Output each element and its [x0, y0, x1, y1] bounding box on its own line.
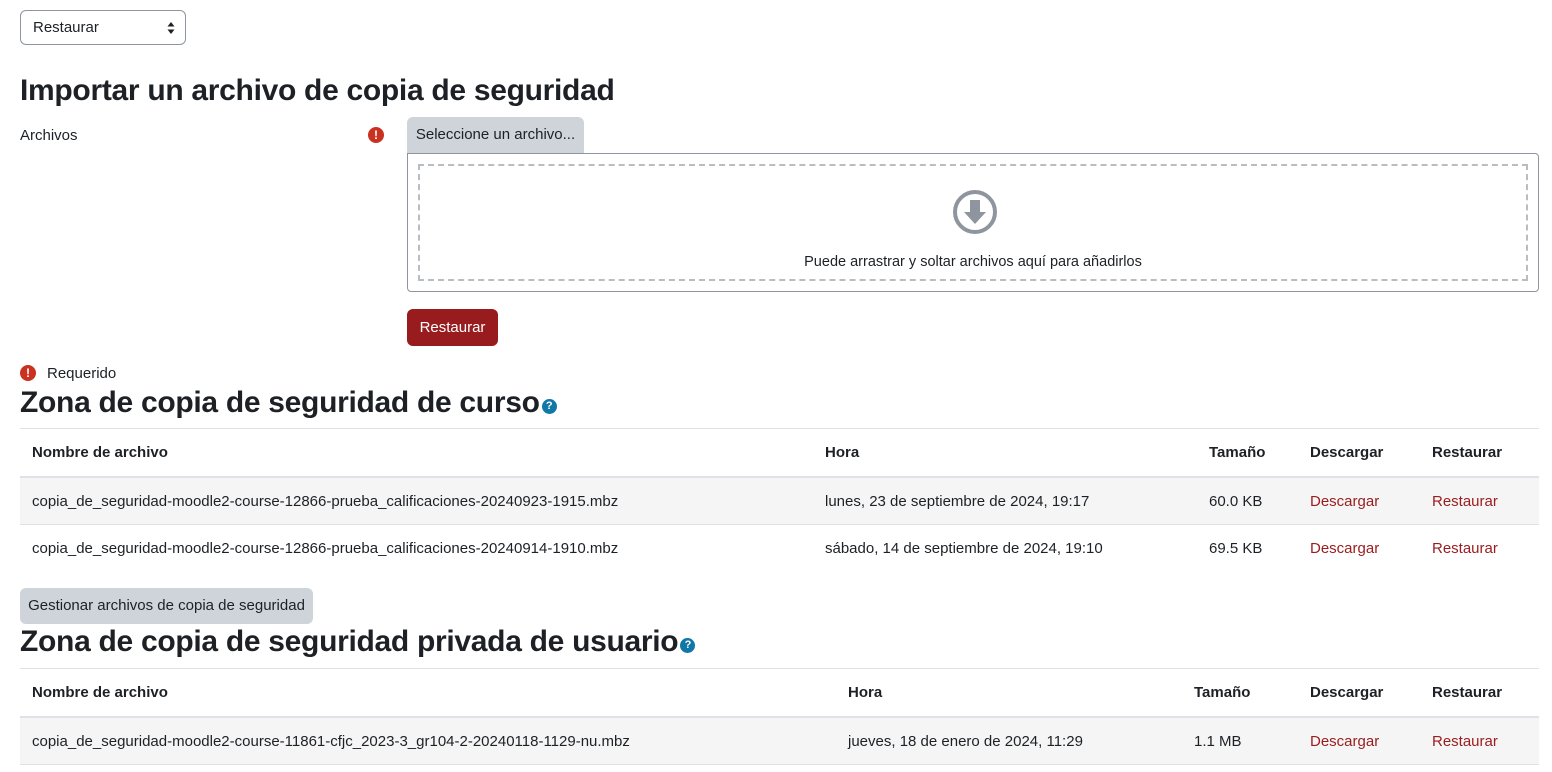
column-header: Hora	[813, 428, 1197, 478]
sort-arrows-icon	[167, 22, 175, 34]
arrow-circle-down-icon	[953, 190, 997, 234]
choose-file-button[interactable]: Seleccione un archivo...	[407, 117, 584, 153]
restore-upload-button[interactable]: Restaurar	[407, 309, 498, 346]
file-name: copia_de_seguridad-moodle2-course-12866-…	[20, 477, 813, 525]
dropzone-area[interactable]: Puede arrastrar y soltar archivos aquí p…	[418, 164, 1528, 281]
restore-link[interactable]: Restaurar	[1432, 733, 1498, 750]
table-header-row: Nombre de archivo Hora Tamaño Descargar …	[20, 668, 1539, 718]
course-zone-title-text: Zona de copia de seguridad de curso	[20, 386, 540, 419]
file-size: 1.1 MB	[1182, 717, 1298, 765]
column-header: Tamaño	[1197, 428, 1298, 478]
file-time: lunes, 23 de septiembre de 2024, 19:17	[813, 477, 1197, 525]
dropzone-text: Puede arrastrar y soltar archivos aquí p…	[804, 254, 1142, 270]
restore-link[interactable]: Restaurar	[1432, 493, 1498, 510]
download-link[interactable]: Descargar	[1310, 733, 1379, 750]
column-header: Nombre de archivo	[20, 668, 836, 718]
course-zone-title: Zona de copia de seguridad de curso?	[20, 386, 557, 420]
question-circle-icon[interactable]: ?	[680, 638, 696, 653]
column-header: Descargar	[1298, 668, 1420, 718]
column-header: Tamaño	[1182, 668, 1298, 718]
manage-backups-button[interactable]: Gestionar archivos de copia de seguridad	[20, 588, 313, 624]
file-name: copia_de_seguridad-moodle2-course-12866-…	[32, 539, 619, 557]
import-title: Importar un archivo de copia de segurida…	[20, 74, 615, 107]
user-backup-table: Nombre de archivo Hora Tamaño Descargar …	[20, 668, 1539, 765]
table-header-row: Nombre de archivo Hora Tamaño Descargar …	[20, 428, 1539, 478]
file-size: 69.5 KB	[1209, 539, 1263, 557]
download-link[interactable]: Descargar	[1310, 493, 1379, 510]
column-header: Restaurar	[1420, 668, 1539, 718]
required-legend-icon: !	[20, 365, 36, 381]
column-header: Descargar	[1298, 428, 1420, 478]
restore-link[interactable]: Restaurar	[1432, 540, 1498, 557]
table-row: copia_de_seguridad-moodle2-course-12866-…	[20, 525, 1539, 572]
required-legend: Requerido	[47, 365, 117, 382]
file-name: copia_de_seguridad-moodle2-course-11861-…	[20, 717, 836, 765]
course-backup-table: Nombre de archivo Hora Tamaño Descargar …	[20, 428, 1539, 571]
file-time: sábado, 14 de septiembre de 2024, 19:10	[825, 539, 1103, 557]
files-label: Archivos	[20, 127, 78, 144]
user-zone-title: Zona de copia de seguridad privada de us…	[20, 625, 696, 659]
table-row: copia_de_seguridad-moodle2-course-12866-…	[20, 477, 1539, 525]
required-icon: !	[368, 127, 384, 143]
action-select-value: Restaurar	[33, 19, 99, 36]
file-dropzone[interactable]: Puede arrastrar y soltar archivos aquí p…	[407, 153, 1539, 292]
column-header: Hora	[836, 668, 1182, 718]
question-circle-icon[interactable]: ?	[541, 399, 557, 414]
action-select[interactable]: Restaurar	[20, 10, 186, 45]
column-header: Restaurar	[1420, 428, 1539, 478]
table-row: copia_de_seguridad-moodle2-course-11861-…	[20, 717, 1539, 765]
user-zone-title-text: Zona de copia de seguridad privada de us…	[20, 625, 679, 658]
download-link[interactable]: Descargar	[1310, 540, 1379, 557]
column-header: Nombre de archivo	[20, 428, 813, 478]
file-size: 60.0 KB	[1197, 477, 1298, 525]
file-time: jueves, 18 de enero de 2024, 11:29	[836, 717, 1182, 765]
